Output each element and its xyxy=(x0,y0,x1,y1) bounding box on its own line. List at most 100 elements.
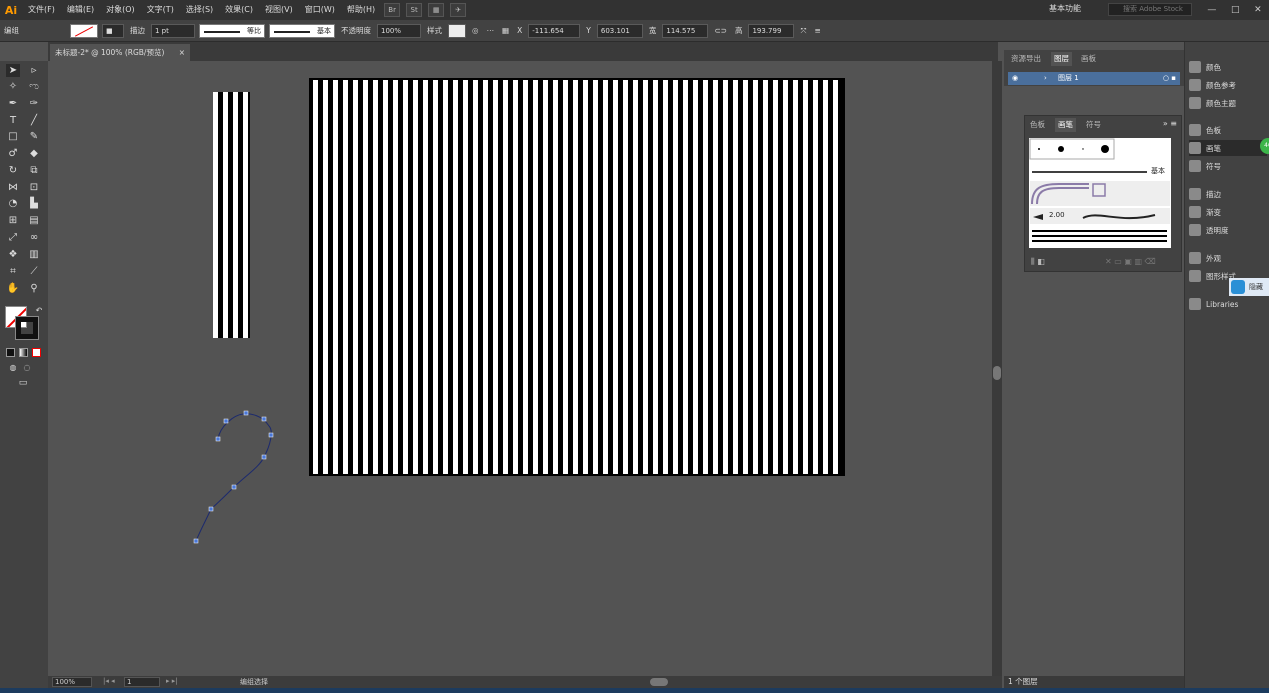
selected-path[interactable] xyxy=(193,410,274,544)
lasso-icon[interactable]: ಌ xyxy=(27,80,41,93)
dock-appearance[interactable]: 外观 xyxy=(1189,250,1267,266)
gpu-icon[interactable]: ✈ xyxy=(450,3,467,17)
perspective-grid-icon[interactable]: ▙ xyxy=(27,197,41,210)
zoom-tool-icon[interactable]: ⚲ xyxy=(27,282,41,295)
stroke-label[interactable]: 描边 xyxy=(130,25,145,36)
graph-tool-icon[interactable]: ▥ xyxy=(27,248,41,261)
layer-row[interactable]: ◉ › 图层 1 ○ ▪ xyxy=(1008,72,1180,85)
reference-point-icon[interactable]: ▦ xyxy=(502,26,509,35)
menu-type[interactable]: 文字(T) xyxy=(141,0,180,20)
rotate-tool-icon[interactable]: ↻ xyxy=(6,164,20,177)
target-icon[interactable]: ○ ▪ xyxy=(1163,72,1176,85)
transform-icon[interactable]: ⤧ xyxy=(800,26,806,36)
tab-artboards[interactable]: 画板 xyxy=(1078,52,1099,66)
dock-color-themes[interactable]: 颜色主题 xyxy=(1189,95,1267,111)
dock-brushes[interactable]: 画笔 xyxy=(1189,140,1267,156)
menu-window[interactable]: 窗口(W) xyxy=(299,0,341,20)
width-input[interactable]: 114.575 xyxy=(662,23,709,38)
expand-chevron-icon[interactable]: › xyxy=(1044,72,1047,85)
large-striped-rectangle[interactable] xyxy=(309,78,845,476)
artboard-tool-icon[interactable]: ⌗ xyxy=(6,265,20,278)
tab-layers[interactable]: 图层 xyxy=(1051,52,1072,66)
bridge-button[interactable]: Br xyxy=(384,3,401,17)
tab-brushes[interactable]: 画笔 xyxy=(1055,118,1076,132)
mesh-tool-icon[interactable]: ⊞ xyxy=(6,214,20,227)
y-input[interactable]: 603.101 xyxy=(596,23,643,38)
paintbrush-icon[interactable]: ✎ xyxy=(27,130,41,143)
document-tab[interactable]: 未标题-2* @ 100% (RGB/预览) × xyxy=(50,44,190,61)
stroke-swatch[interactable]: ■ xyxy=(102,23,124,38)
eyedropper-icon[interactable]: ⤢ xyxy=(6,231,20,244)
gradient-tool-icon[interactable]: ▤ xyxy=(27,214,41,227)
curvature-tool-icon[interactable]: ✑ xyxy=(27,97,41,110)
none-mode-button[interactable] xyxy=(32,348,41,357)
brush-library-menu-icon[interactable]: ⫼ ◧ xyxy=(1031,257,1045,267)
menu-file[interactable]: 文件(F) xyxy=(22,0,61,20)
first-artboard-icon[interactable]: |◂ ◂ xyxy=(103,677,115,685)
opacity-label[interactable]: 不透明度 xyxy=(341,25,371,36)
minimize-button[interactable]: — xyxy=(1207,5,1216,15)
shape-builder-icon[interactable]: ◔ xyxy=(6,197,20,210)
x-input[interactable]: -111.654 xyxy=(528,23,581,38)
draw-behind-icon[interactable]: ◌ xyxy=(20,361,34,374)
menu-view[interactable]: 视图(V) xyxy=(259,0,299,20)
shaper-tool-icon[interactable]: ♂ xyxy=(6,147,20,160)
stroke-color-swatch[interactable] xyxy=(15,316,39,340)
type-tool-icon[interactable]: T xyxy=(6,114,20,127)
dock-gradient[interactable]: 渐变 xyxy=(1189,204,1267,220)
dock-symbols[interactable]: 符号 xyxy=(1189,158,1267,174)
menu-more-icon[interactable]: ≡ xyxy=(814,26,820,35)
dock-color-guide[interactable]: 颜色参考 xyxy=(1189,77,1267,93)
tab-asset-export[interactable]: 资源导出 xyxy=(1008,52,1044,66)
dock-stroke[interactable]: 描边 xyxy=(1189,186,1267,202)
brush-library[interactable]: 基本 2.00 xyxy=(1029,138,1171,248)
variable-width-profile[interactable]: 等比 xyxy=(199,23,265,38)
dock-color[interactable]: 颜色 xyxy=(1189,59,1267,75)
close-tab-icon[interactable]: × xyxy=(179,44,185,61)
horizontal-scroll-thumb[interactable] xyxy=(650,678,668,686)
hand-tool-icon[interactable]: ✋ xyxy=(6,282,20,295)
menu-edit[interactable]: 编辑(E) xyxy=(61,0,100,20)
graphic-style-swatch[interactable] xyxy=(448,23,466,38)
menu-select[interactable]: 选择(S) xyxy=(180,0,219,20)
dock-libraries[interactable]: Libraries xyxy=(1189,296,1267,312)
scale-tool-icon[interactable]: ⧉ xyxy=(27,164,41,177)
width-tool-icon[interactable]: ⋈ xyxy=(6,181,20,194)
visibility-eye-icon[interactable]: ◉ xyxy=(1012,72,1018,85)
rectangle-tool-icon[interactable]: □ xyxy=(6,130,20,143)
free-transform-icon[interactable]: ⊡ xyxy=(27,181,41,194)
vertical-scrollbar[interactable] xyxy=(992,61,1002,676)
menu-help[interactable]: 帮助(H) xyxy=(341,0,381,20)
tab-swatches[interactable]: 色板 xyxy=(1027,118,1048,132)
arrange-docs-button[interactable]: ▦ xyxy=(428,3,445,17)
eraser-icon[interactable]: ◆ xyxy=(27,147,41,160)
menu-effect[interactable]: 效果(C) xyxy=(219,0,259,20)
close-button[interactable]: ✕ xyxy=(1254,5,1262,15)
stroke-weight-input[interactable]: 1 pt xyxy=(151,23,195,38)
brush-definition[interactable]: 基本 xyxy=(269,23,335,38)
pen-tool-icon[interactable]: ✒ xyxy=(6,97,20,110)
workspace-switcher[interactable]: 基本功能 xyxy=(1049,3,1081,14)
slice-tool-icon[interactable]: ⟋ xyxy=(27,265,41,278)
tab-symbols[interactable]: 符号 xyxy=(1083,118,1104,132)
stock-search-input[interactable]: 搜索 Adobe Stock xyxy=(1108,3,1192,16)
menu-object[interactable]: 对象(O) xyxy=(100,0,141,20)
swap-colors-icon[interactable]: ↶ xyxy=(32,304,46,317)
color-mode-button[interactable] xyxy=(6,348,15,357)
dock-swatches[interactable]: 色板 xyxy=(1189,122,1267,138)
artboard-number-input[interactable]: 1 xyxy=(124,677,160,687)
next-artboard-icon[interactable]: ▸ ▸| xyxy=(166,677,178,685)
magic-wand-icon[interactable]: ✧ xyxy=(6,80,20,93)
maximize-button[interactable]: □ xyxy=(1231,5,1240,15)
brush-actions-icon[interactable]: ✕ ▭ ▣ ▥ ⌫ xyxy=(1105,257,1156,266)
screen-mode-icon[interactable]: ▭ xyxy=(16,377,30,390)
dock-transparency[interactable]: 透明度 xyxy=(1189,222,1267,238)
fill-swatch[interactable] xyxy=(70,23,98,38)
selection-tool-icon[interactable]: ➤ xyxy=(6,64,20,77)
symbol-sprayer-icon[interactable]: ❖ xyxy=(6,248,20,261)
opacity-input[interactable]: 100% xyxy=(377,23,421,38)
align-icon[interactable]: ⋯ xyxy=(487,26,495,35)
small-striped-rectangle[interactable] xyxy=(213,92,250,338)
line-tool-icon[interactable]: ╱ xyxy=(27,114,41,127)
zoom-level-input[interactable]: 100% xyxy=(52,677,92,687)
